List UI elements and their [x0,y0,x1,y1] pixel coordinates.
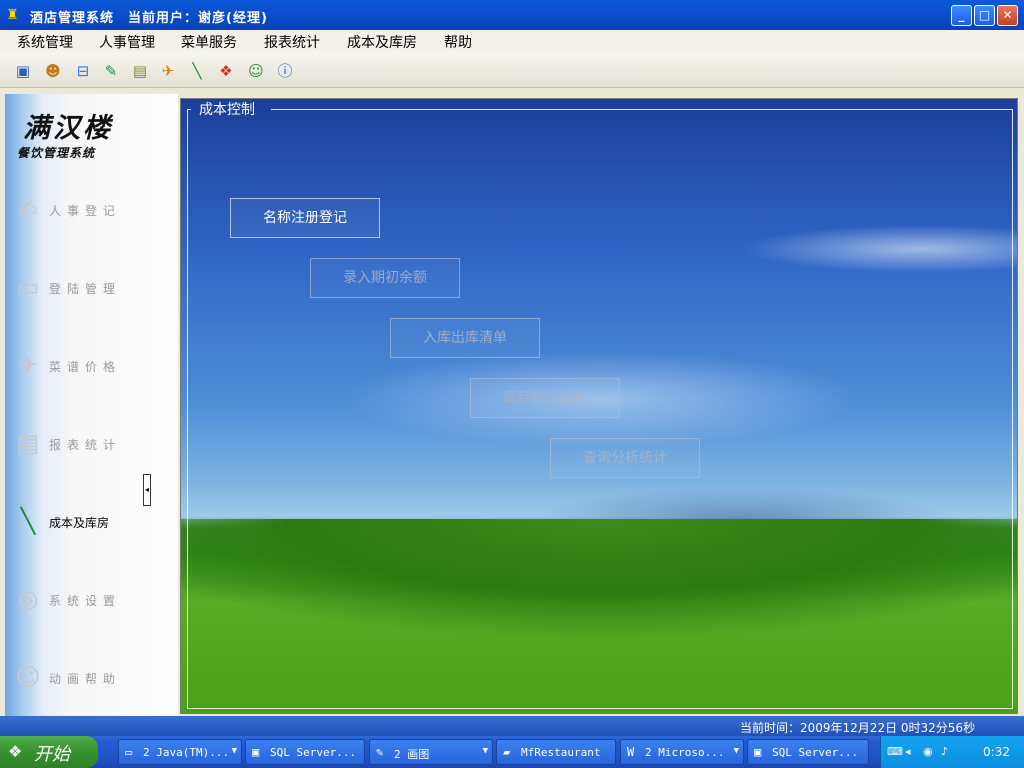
task-label: MfRestaurant [521,746,601,759]
nav-item-login-manage[interactable]: ▭ 登陆管理 [13,268,163,308]
nav-item-label: 人事登记 [49,204,122,218]
task-label: SQL Server... [772,746,859,759]
database-icon: ▣ [252,745,260,759]
chevron-down-icon: ▼ [482,746,488,756]
nav-item-label: 菜谱价格 [49,360,122,374]
left-nav-panel: 满汉楼 餐饮管理系统 ✍ 人事登记 ▭ 登陆管理 ✈ 菜谱价格 ▤ 报表统计 ╲… [5,94,178,716]
name-register-button[interactable]: 名称注册登记 [230,198,380,238]
menu-food-service[interactable]: 菜单服务 [181,32,237,52]
person-icon: ✍ [17,195,39,223]
chart-icon[interactable]: ✎ [100,60,122,82]
chevron-down-icon: ▼ [231,746,237,756]
headset-icon: ☺ [15,663,41,691]
toolbar: ▣ ☻ ⊟ ✎ ▤ ✈ ╲ ❖ ☺ ⓘ [0,52,1024,88]
feather-icon[interactable]: ╲ [186,60,208,82]
task-label: 2 画图 [394,748,430,761]
taskbar: ❖ 开始 ▭ 2 Java(TM)... ▼ ▣ SQL Server... ✎… [0,736,1024,768]
menu-system[interactable]: 系统管理 [17,32,73,52]
chevron-down-icon: ▼ [733,746,739,756]
menu-help[interactable]: 帮助 [444,32,472,52]
volume-icon[interactable]: ♪ [941,745,948,758]
paint-icon: ✎ [376,745,384,759]
nav-item-label: 报表统计 [49,438,122,452]
stock-inout-list-button[interactable]: 入库出库清单 [390,318,540,358]
document-icon: ▤ [16,429,40,457]
book-icon[interactable]: ▤ [129,60,151,82]
nav-item-system-settings[interactable]: ◎ 系统设置 [13,580,163,620]
menu-personnel[interactable]: 人事管理 [99,32,155,52]
nav-item-reports[interactable]: ▤ 报表统计 [13,424,163,464]
nav-item-personnel-register[interactable]: ✍ 人事登记 [13,190,163,230]
system-tray: ⌨ ◂ ◉ ♪ 0:32 [880,736,1024,768]
feather-icon: ╲ [20,507,36,535]
menu-cost-warehouse[interactable]: 成本及库房 [347,32,417,52]
task-label: 2 Microso... [645,746,725,759]
taskbar-clock: 0:32 [983,745,1010,759]
task-paint[interactable]: ✎ 2 画图 ▼ [369,739,493,765]
info-icon[interactable]: ⓘ [274,60,296,82]
task-sql-server-1[interactable]: ▣ SQL Server... [245,739,365,765]
task-label: SQL Server... [270,746,357,759]
task-sql-server-2[interactable]: ▣ SQL Server... [747,739,869,765]
monitor-icon: ▭ [16,273,40,301]
inventory-count-button[interactable]: 库存统计盘点 [470,378,620,418]
status-bar: 当前时间：2009年12月22日 0时32分56秒 [0,716,1024,736]
minimize-button[interactable]: _ [951,5,972,26]
nav-item-label: 动画帮助 [49,672,122,686]
task-label: 2 Java(TM)... [143,746,230,759]
keyboard-icon[interactable]: ⌨ [887,745,903,758]
opening-balance-button[interactable]: 录入期初余额 [310,258,460,298]
task-java[interactable]: ▭ 2 Java(TM)... ▼ [118,739,242,765]
nav-item-label: 登陆管理 [49,282,122,296]
start-button[interactable]: ❖ 开始 [0,736,98,768]
nav-item-animation-help[interactable]: ☺ 动画帮助 [13,658,163,698]
windows-flag-icon: ❖ [8,742,23,761]
windows-icon[interactable]: ❖ [215,60,237,82]
window-title: 酒店管理系统 当前用户：谢彦(经理) [30,11,268,26]
headset-icon[interactable]: ☺ [245,60,267,82]
users-icon[interactable]: ☻ [42,60,64,82]
plane-icon: ✈ [17,351,39,379]
computer-icon[interactable]: ▣ [12,60,34,82]
nav-item-label: 成本及库房 [49,516,110,530]
collapse-handle[interactable]: ◂ [143,474,151,506]
task-folder[interactable]: ▰ MfRestaurant [496,739,616,765]
title-bar: ♜ 酒店管理系统 当前用户：谢彦(经理) _ □ ✕ [0,0,1024,30]
nav-item-cost-warehouse[interactable]: ╲ 成本及库房 [13,502,163,542]
start-label: 开始 [34,744,70,765]
menu-reports[interactable]: 报表统计 [264,32,320,52]
network-icon[interactable]: ⊟ [72,60,94,82]
nav-item-label: 系统设置 [49,594,122,608]
nav-item-menu-price[interactable]: ✈ 菜谱价格 [13,346,163,386]
plane-icon[interactable]: ✈ [157,60,179,82]
folder-icon: ▰ [503,745,511,759]
group-label: 成本控制 [199,102,255,118]
maximize-button[interactable]: □ [974,5,995,26]
menu-bar: 系统管理 人事管理 菜单服务 报表统计 成本及库房 帮助 [0,30,1024,52]
logo-title: 满汉楼 [23,113,113,144]
current-time: 当前时间：2009年12月22日 0时32分56秒 [740,721,976,735]
chevron-left-icon[interactable]: ◂ [905,745,911,758]
query-analysis-button[interactable]: 查询分析统计 [550,438,700,478]
window-icon: ▭ [125,745,133,759]
disc-icon: ◎ [17,585,39,613]
database-icon: ▣ [754,745,762,759]
word-icon: W [627,745,635,759]
task-word[interactable]: W 2 Microso... ▼ [620,739,744,765]
main-panel: 成本控制 名称注册登记 录入期初余额 入库出库清单 库存统计盘点 查询分析统计 [180,98,1018,714]
network-icon[interactable]: ◉ [923,745,933,758]
logo-subtitle: 餐饮管理系统 [17,146,96,160]
close-button[interactable]: ✕ [997,5,1018,26]
app-trophy-icon: ♜ [6,7,19,23]
